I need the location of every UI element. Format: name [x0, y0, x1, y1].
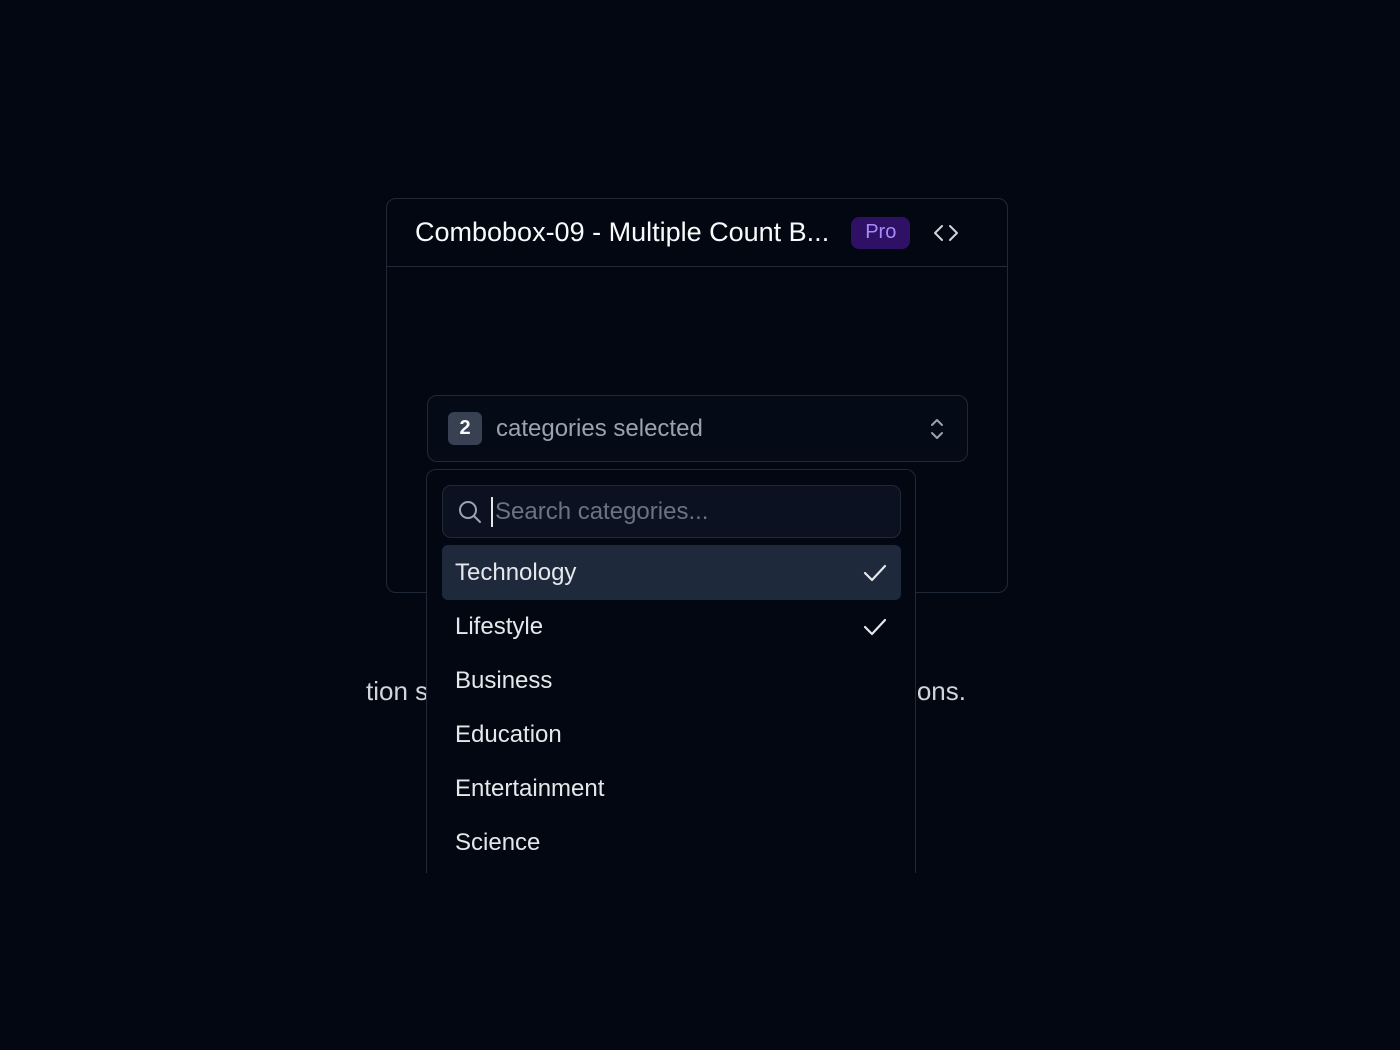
page: tion s ons. Combobox-09 - Multiple Count… — [0, 0, 1400, 1050]
option-business[interactable]: Business — [442, 654, 901, 708]
search-input[interactable] — [491, 496, 886, 527]
option-science[interactable]: Science — [442, 816, 901, 870]
combobox-label: categories selected — [496, 414, 703, 442]
selected-count-badge: 2 — [448, 412, 482, 445]
option-education[interactable]: Education — [442, 708, 901, 762]
option-technology[interactable]: Technology — [442, 545, 901, 600]
option-lifestyle[interactable]: Lifestyle — [442, 600, 901, 654]
description-text-right: ons. — [916, 676, 966, 706]
option-label: Science — [455, 829, 541, 856]
option-label: Business — [455, 667, 553, 694]
check-icon — [862, 562, 888, 584]
chevrons-up-down-icon — [927, 415, 947, 443]
categories-combobox[interactable]: 2 categories selected — [427, 395, 968, 462]
option-label: Lifestyle — [455, 613, 544, 640]
search-box — [442, 485, 901, 538]
option-label: Entertainment — [455, 775, 605, 802]
check-icon — [862, 616, 888, 638]
pro-badge: Pro — [851, 216, 911, 249]
search-icon — [457, 499, 483, 525]
option-entertainment[interactable]: Entertainment — [442, 762, 901, 816]
combobox-popup: Technology Lifestyle Business Education … — [426, 469, 916, 873]
card-title: Combobox-09 - Multiple Count B... — [415, 217, 830, 247]
description-text-left: tion s — [366, 676, 429, 706]
card-header: Combobox-09 - Multiple Count B... Pro — [387, 199, 1007, 267]
option-label: Technology — [455, 558, 577, 586]
options-list: Technology Lifestyle Business Education … — [442, 545, 901, 870]
code-brackets-icon[interactable] — [932, 222, 960, 244]
option-label: Education — [455, 721, 562, 748]
